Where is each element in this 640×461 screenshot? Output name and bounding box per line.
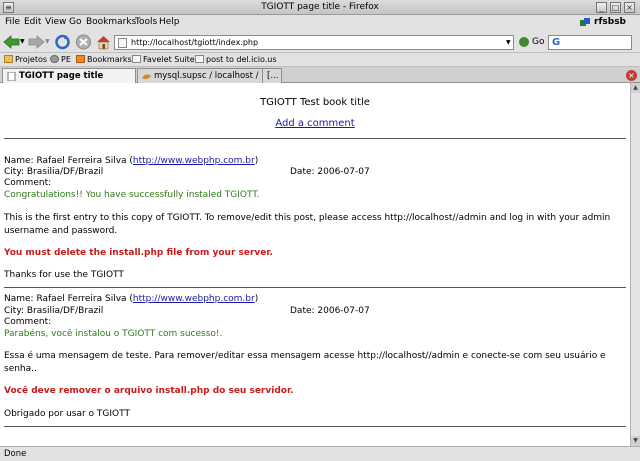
entry-city: City: Brasilia/DF/Brazil xyxy=(4,306,104,316)
scroll-down-icon[interactable]: ▼ xyxy=(631,436,640,446)
page-icon xyxy=(118,38,127,48)
entry-date: Date: 2006-07-07 xyxy=(290,306,370,316)
url-dropdown-icon[interactable]: ▼ xyxy=(506,39,511,46)
menu-tools[interactable]: Tools xyxy=(135,17,157,27)
bookmark-pe[interactable]: PE xyxy=(50,55,71,64)
tab-phpmyadmin[interactable]: mysql.supsc / localhost / livro xyxy=(137,68,279,83)
rss-icon xyxy=(76,55,85,63)
entry-date: Date: 2006-07-07 xyxy=(290,167,370,177)
menu-file[interactable]: File xyxy=(5,17,20,27)
profile-icon xyxy=(580,18,590,26)
entry-warning: Você deve remover o arquivo install.php … xyxy=(4,386,294,396)
entry-website-link[interactable]: http://www.webphp.com.br xyxy=(133,156,255,166)
add-comment-link[interactable]: Add a comment xyxy=(0,118,630,129)
scroll-up-icon[interactable]: ▲ xyxy=(631,83,640,93)
entry-warning: You must delete the install.php file fro… xyxy=(4,248,273,258)
phpmyadmin-icon xyxy=(142,74,151,80)
divider xyxy=(4,138,626,139)
home-icon[interactable] xyxy=(95,34,112,50)
url-text[interactable]: http://localhost/tgiott/index.php xyxy=(131,38,258,47)
book-title: TGIOTT Test book title xyxy=(260,97,370,108)
entry-comment-label: Comment: xyxy=(4,178,52,188)
page-icon xyxy=(132,55,141,63)
profile-name[interactable]: rfsbsb xyxy=(594,17,626,27)
bookmark-favelet-suite[interactable]: Favelet Suite xyxy=(132,55,195,64)
folder-icon xyxy=(4,55,13,63)
entry-thanks: Obrigado por usar o TGIOTT xyxy=(4,409,130,419)
minimize-icon[interactable]: _ xyxy=(596,2,607,13)
tab-more[interactable]: [... xyxy=(262,68,282,83)
forward-icon[interactable] xyxy=(28,34,45,50)
menu-bar: File Edit View Go Bookmarks Tools Help r… xyxy=(0,15,640,31)
bookmark-projetos[interactable]: Projetos xyxy=(4,55,47,64)
url-field[interactable]: http://localhost/tgiott/index.php xyxy=(114,35,514,50)
go-icon[interactable] xyxy=(519,37,529,47)
entry-comment-highlight: Parabéns, você instalou o TGIOTT com suc… xyxy=(4,329,223,339)
back-dropdown-icon[interactable]: ▼ xyxy=(20,38,25,45)
page-icon xyxy=(195,55,204,63)
forward-dropdown-icon[interactable]: ▼ xyxy=(45,38,50,45)
go-button[interactable]: Go xyxy=(532,37,544,47)
divider xyxy=(4,287,626,288)
page-content: TGIOTT Test book title Add a comment Nam… xyxy=(0,83,630,446)
google-search-icon[interactable]: G xyxy=(552,37,560,48)
tab-tgiott[interactable]: TGIOTT page title xyxy=(2,68,136,84)
status-bar: Done xyxy=(0,446,640,461)
stop-icon[interactable] xyxy=(75,34,92,50)
entry-comment-highlight: Congratulations!! You have successfully … xyxy=(4,190,260,200)
menu-view[interactable]: View xyxy=(45,17,66,27)
navigation-toolbar: ▼ ▼ http://localhost/tgiott/index.php ▼ … xyxy=(0,31,640,53)
window-titlebar: ≡ TGIOTT page title - Firefox _ □ × xyxy=(0,0,640,15)
bookmarks-toolbar: Projetos PE Bookmarks Favelet Suite post… xyxy=(0,53,640,67)
window-title: TGIOTT page title - Firefox xyxy=(261,2,379,12)
entry-name: Name: Rafael Ferreira Silva (http://www.… xyxy=(4,294,259,304)
close-window-icon[interactable]: × xyxy=(624,2,635,13)
tab-bar: TGIOTT page title mysql.supsc / localhos… xyxy=(0,67,640,84)
entry-thanks: Thanks for use the TGIOTT xyxy=(4,270,124,280)
status-text: Done xyxy=(4,449,27,459)
maximize-icon[interactable]: □ xyxy=(610,2,621,13)
reload-icon[interactable] xyxy=(54,34,71,50)
vertical-scrollbar[interactable]: ▲ ▼ xyxy=(630,83,640,446)
menu-go[interactable]: Go xyxy=(69,17,81,27)
entry-city: City: Brasilia/DF/Brazil xyxy=(4,167,104,177)
entry-comment-label: Comment: xyxy=(4,317,52,327)
divider xyxy=(4,426,626,427)
bookmark-bookmarks[interactable]: Bookmarks xyxy=(76,55,132,64)
page-icon xyxy=(7,72,16,81)
entry-name: Name: Rafael Ferreira Silva (http://www.… xyxy=(4,156,259,166)
close-tab-icon[interactable]: × xyxy=(626,70,637,81)
gear-icon xyxy=(50,55,59,63)
menu-bookmarks[interactable]: Bookmarks xyxy=(86,17,136,27)
entry-body: Essa é uma mensagem de teste. Para remov… xyxy=(4,351,606,374)
menu-edit[interactable]: Edit xyxy=(24,17,41,27)
menu-help[interactable]: Help xyxy=(159,17,180,27)
search-input[interactable]: G xyxy=(548,35,632,50)
back-icon[interactable] xyxy=(3,34,20,50)
bookmark-post-to-delicious[interactable]: post to del.icio.us xyxy=(195,55,277,64)
entry-website-link[interactable]: http://www.webphp.com.br xyxy=(133,294,255,304)
entry-body: This is the first entry to this copy of … xyxy=(4,213,611,236)
